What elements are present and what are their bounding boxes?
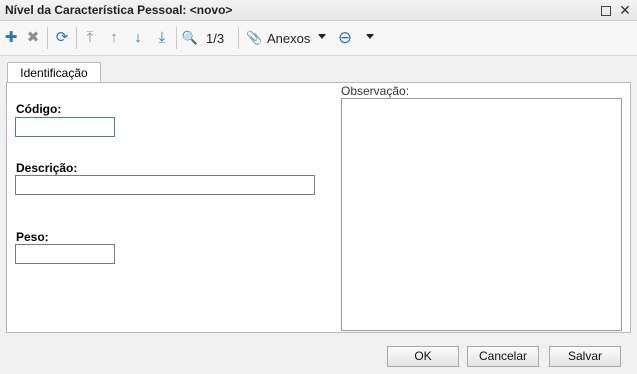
tab-identificacao[interactable]: Identificação [7,62,101,83]
save-button[interactable]: Salvar [549,346,621,367]
ok-button[interactable]: OK [387,346,459,367]
toolbar-divider [238,27,239,49]
toolbar-divider [47,27,48,49]
peso-field[interactable] [15,244,115,264]
restore-button[interactable] [598,2,614,18]
observacao-textarea[interactable] [341,98,622,331]
cancel-button[interactable]: Cancelar [467,346,539,367]
codigo-label: Código: [16,102,62,116]
record-counter: 1/3 [206,31,225,46]
first-record-icon[interactable]: ⤒ [82,28,98,48]
toolbar-divider [176,27,177,49]
search-icon[interactable]: 🔍 [181,28,199,48]
observacao-label: Observação: [341,84,410,98]
view-options-icon[interactable]: ⊖ [336,28,354,48]
next-record-icon[interactable]: ↓ [130,28,146,48]
refresh-icon[interactable]: ⟳ [53,28,71,48]
codigo-field[interactable] [15,117,115,137]
window-title: Nível da Característica Pessoal: <novo> [5,3,233,17]
close-icon: ✕ [619,2,631,18]
previous-record-icon[interactable]: ↑ [106,28,122,48]
toolbar-divider [76,27,77,49]
descricao-label: Descrição: [16,161,78,175]
peso-label: Peso: [16,230,49,244]
descricao-field[interactable] [15,175,315,195]
close-button[interactable]: ✕ [617,2,633,18]
toolbar: ✚ ✖ ⟳ ⤒ ↑ ↓ ⤓ 🔍 1/3 📎 Anexos ⊖ [0,21,637,56]
chevron-down-icon[interactable] [366,34,374,39]
attachment-icon[interactable]: 📎 [246,28,262,48]
title-bar: Nível da Característica Pessoal: <novo> … [0,0,637,21]
chevron-down-icon[interactable] [318,34,326,39]
delete-icon[interactable]: ✖ [25,28,41,48]
attachments-button[interactable]: Anexos [267,31,310,46]
restore-icon [601,6,611,16]
last-record-icon[interactable]: ⤓ [154,28,170,48]
add-icon[interactable]: ✚ [3,28,19,48]
